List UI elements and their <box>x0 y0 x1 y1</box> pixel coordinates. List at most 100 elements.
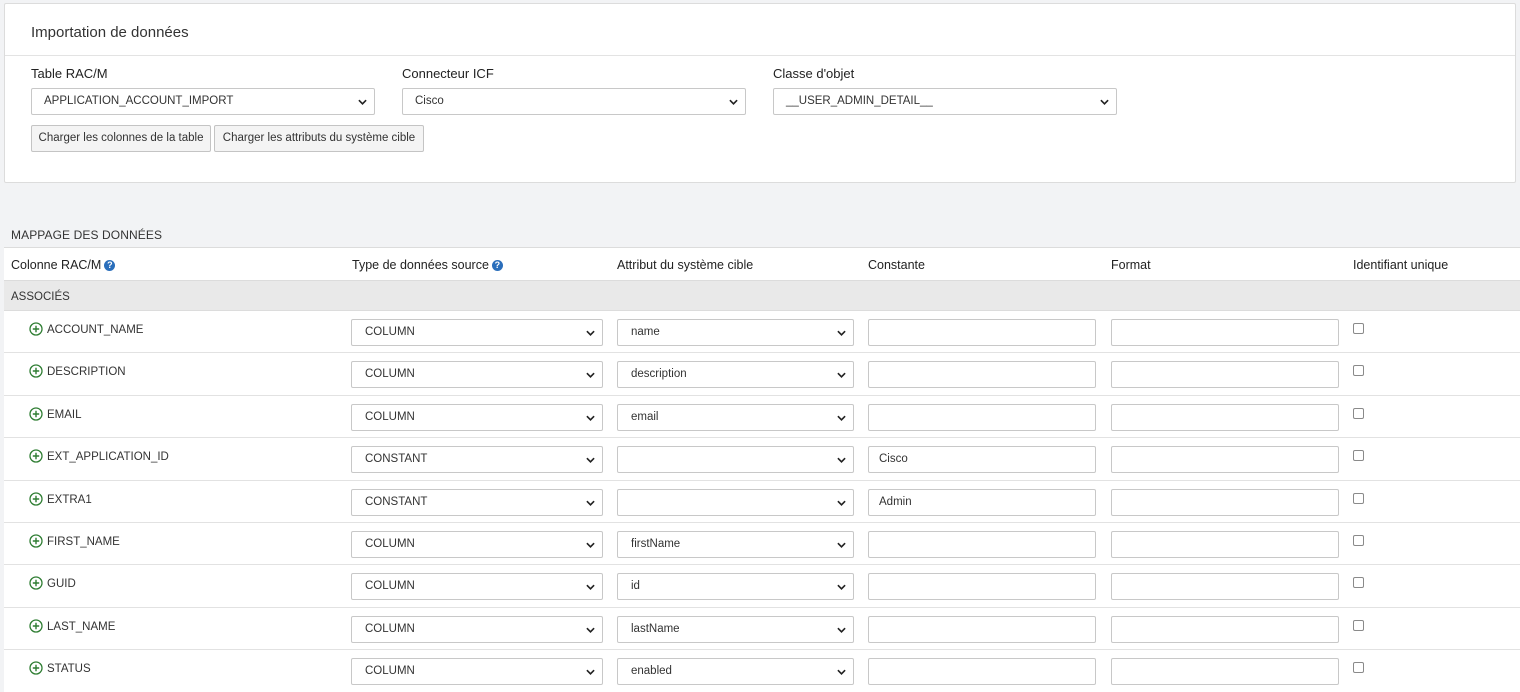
source-type-value: CONSTANT <box>365 453 428 466</box>
column-name: EXT_APPLICATION_ID <box>47 451 169 464</box>
plus-circle-icon[interactable] <box>29 661 43 675</box>
source-type-value: COLUMN <box>365 580 415 593</box>
table-select[interactable]: APPLICATION_ACCOUNT_IMPORT <box>31 88 375 115</box>
target-attribute-select[interactable]: email <box>617 403 854 431</box>
chevron-down-icon <box>586 371 595 379</box>
unique-id-checkbox[interactable] <box>1353 619 1364 631</box>
target-attribute-select[interactable]: id <box>617 573 854 601</box>
plus-circle-icon[interactable] <box>29 364 43 379</box>
unique-id-checkbox[interactable] <box>1353 407 1364 419</box>
format-input[interactable] <box>1111 658 1339 686</box>
unique-id-checkbox[interactable] <box>1353 662 1364 674</box>
chevron-down-icon <box>586 499 595 507</box>
unique-id-checkbox[interactable] <box>1353 577 1364 589</box>
header-source-type: Type de données source? <box>352 258 503 272</box>
source-type-select[interactable]: CONSTANT <box>351 446 603 474</box>
load-attributes-button[interactable]: Charger les attributs du système cible <box>214 125 424 152</box>
constant-input[interactable] <box>868 319 1096 346</box>
chevron-down-icon <box>586 456 595 464</box>
target-attribute-select[interactable]: lastName <box>617 615 854 643</box>
object-class-select[interactable]: __USER_ADMIN_DETAIL__ <box>773 88 1117 115</box>
constant-input[interactable] <box>868 531 1096 558</box>
chevron-down-icon <box>837 626 846 634</box>
format-input[interactable] <box>1111 403 1339 431</box>
load-columns-button[interactable]: Charger les colonnes de la table <box>31 125 211 152</box>
class-label: Classe d'objet <box>773 66 855 81</box>
target-attribute-select[interactable]: name <box>617 319 854 346</box>
header-constant: Constante <box>868 258 925 272</box>
chevron-down-icon <box>586 583 595 591</box>
constant-input[interactable] <box>868 403 1096 431</box>
unique-id-checkbox[interactable] <box>1353 450 1364 462</box>
format-input[interactable] <box>1111 361 1339 389</box>
plus-circle-icon[interactable] <box>29 534 43 548</box>
column-name: EXTRA1 <box>47 493 92 506</box>
table-row: EXT_APPLICATION_ID CONSTANT Cisco <box>4 438 1520 481</box>
table-row: STATUS COLUMN enabled <box>4 650 1520 692</box>
unique-id-checkbox[interactable] <box>1353 492 1364 504</box>
target-attribute-value: firstName <box>631 538 681 550</box>
target-attribute-select[interactable] <box>617 488 854 516</box>
plus-circle-icon[interactable] <box>29 576 43 591</box>
source-type-select[interactable]: COLUMN <box>351 531 603 558</box>
plus-circle-icon[interactable] <box>29 322 43 336</box>
format-input[interactable] <box>1111 319 1339 346</box>
column-name: DESCRIPTION <box>47 366 126 379</box>
table-row: GUID COLUMN id <box>4 565 1520 608</box>
chevron-down-icon <box>586 329 595 337</box>
constant-input[interactable] <box>868 615 1096 643</box>
target-attribute-select[interactable] <box>617 446 854 474</box>
chevron-down-icon <box>586 626 595 634</box>
target-attribute-select[interactable]: firstName <box>617 531 854 558</box>
unique-id-checkbox[interactable] <box>1353 535 1364 546</box>
constant-input[interactable] <box>868 573 1096 601</box>
source-type-select[interactable]: COLUMN <box>351 361 603 389</box>
target-attribute-value: name <box>631 326 660 338</box>
constant-input[interactable] <box>868 361 1096 389</box>
format-input[interactable] <box>1111 531 1339 558</box>
constant-input[interactable]: Cisco <box>868 446 1096 474</box>
format-input[interactable] <box>1111 488 1339 516</box>
source-type-select[interactable]: COLUMN <box>351 615 603 643</box>
connector-label: Connecteur ICF <box>402 66 494 81</box>
source-type-select[interactable]: CONSTANT <box>351 488 603 516</box>
target-attribute-select[interactable]: enabled <box>617 658 854 686</box>
constant-input[interactable]: Admin <box>868 488 1096 516</box>
source-type-value: CONSTANT <box>365 495 428 508</box>
unique-id-checkbox[interactable] <box>1353 365 1364 377</box>
plus-circle-icon[interactable] <box>29 619 43 633</box>
plus-circle-icon[interactable] <box>29 491 43 506</box>
source-type-value: COLUMN <box>365 538 415 550</box>
column-name: LAST_NAME <box>47 620 116 633</box>
chevron-down-icon <box>358 98 367 106</box>
plus-circle-icon[interactable] <box>29 407 43 421</box>
chevron-down-icon <box>837 668 846 676</box>
unique-id-checkbox[interactable] <box>1353 323 1364 334</box>
source-type-select[interactable]: COLUMN <box>351 403 603 431</box>
mapping-title: MAPPAGE DES DONNÉES <box>11 228 163 242</box>
chevron-down-icon <box>1100 98 1109 106</box>
table-row: DESCRIPTION COLUMN description <box>4 353 1520 396</box>
chevron-down-icon <box>586 414 595 422</box>
connector-select[interactable]: Cisco <box>402 88 746 115</box>
format-input[interactable] <box>1111 573 1339 601</box>
header-format: Format <box>1111 258 1151 272</box>
group-label: ASSOCIÉS <box>11 291 70 303</box>
source-type-value: COLUMN <box>365 368 415 381</box>
column-name: ACCOUNT_NAME <box>47 324 144 336</box>
table-label: Table RAC/M <box>31 66 108 81</box>
question-circle-icon[interactable]: ? <box>491 260 503 271</box>
header-source-type-label: Type de données source <box>352 258 489 272</box>
format-input[interactable] <box>1111 615 1339 643</box>
plus-circle-icon[interactable] <box>29 449 43 463</box>
target-attribute-select[interactable]: description <box>617 361 854 389</box>
question-circle-icon[interactable]: ? <box>104 260 116 271</box>
source-type-select[interactable]: COLUMN <box>351 319 603 346</box>
source-type-select[interactable]: COLUMN <box>351 573 603 601</box>
format-input[interactable] <box>1111 446 1339 474</box>
constant-input[interactable] <box>868 658 1096 686</box>
chevron-down-icon <box>837 583 846 591</box>
source-type-select[interactable]: COLUMN <box>351 658 603 686</box>
table-row: FIRST_NAME COLUMN firstName <box>4 523 1520 566</box>
target-attribute-value: enabled <box>631 665 672 678</box>
